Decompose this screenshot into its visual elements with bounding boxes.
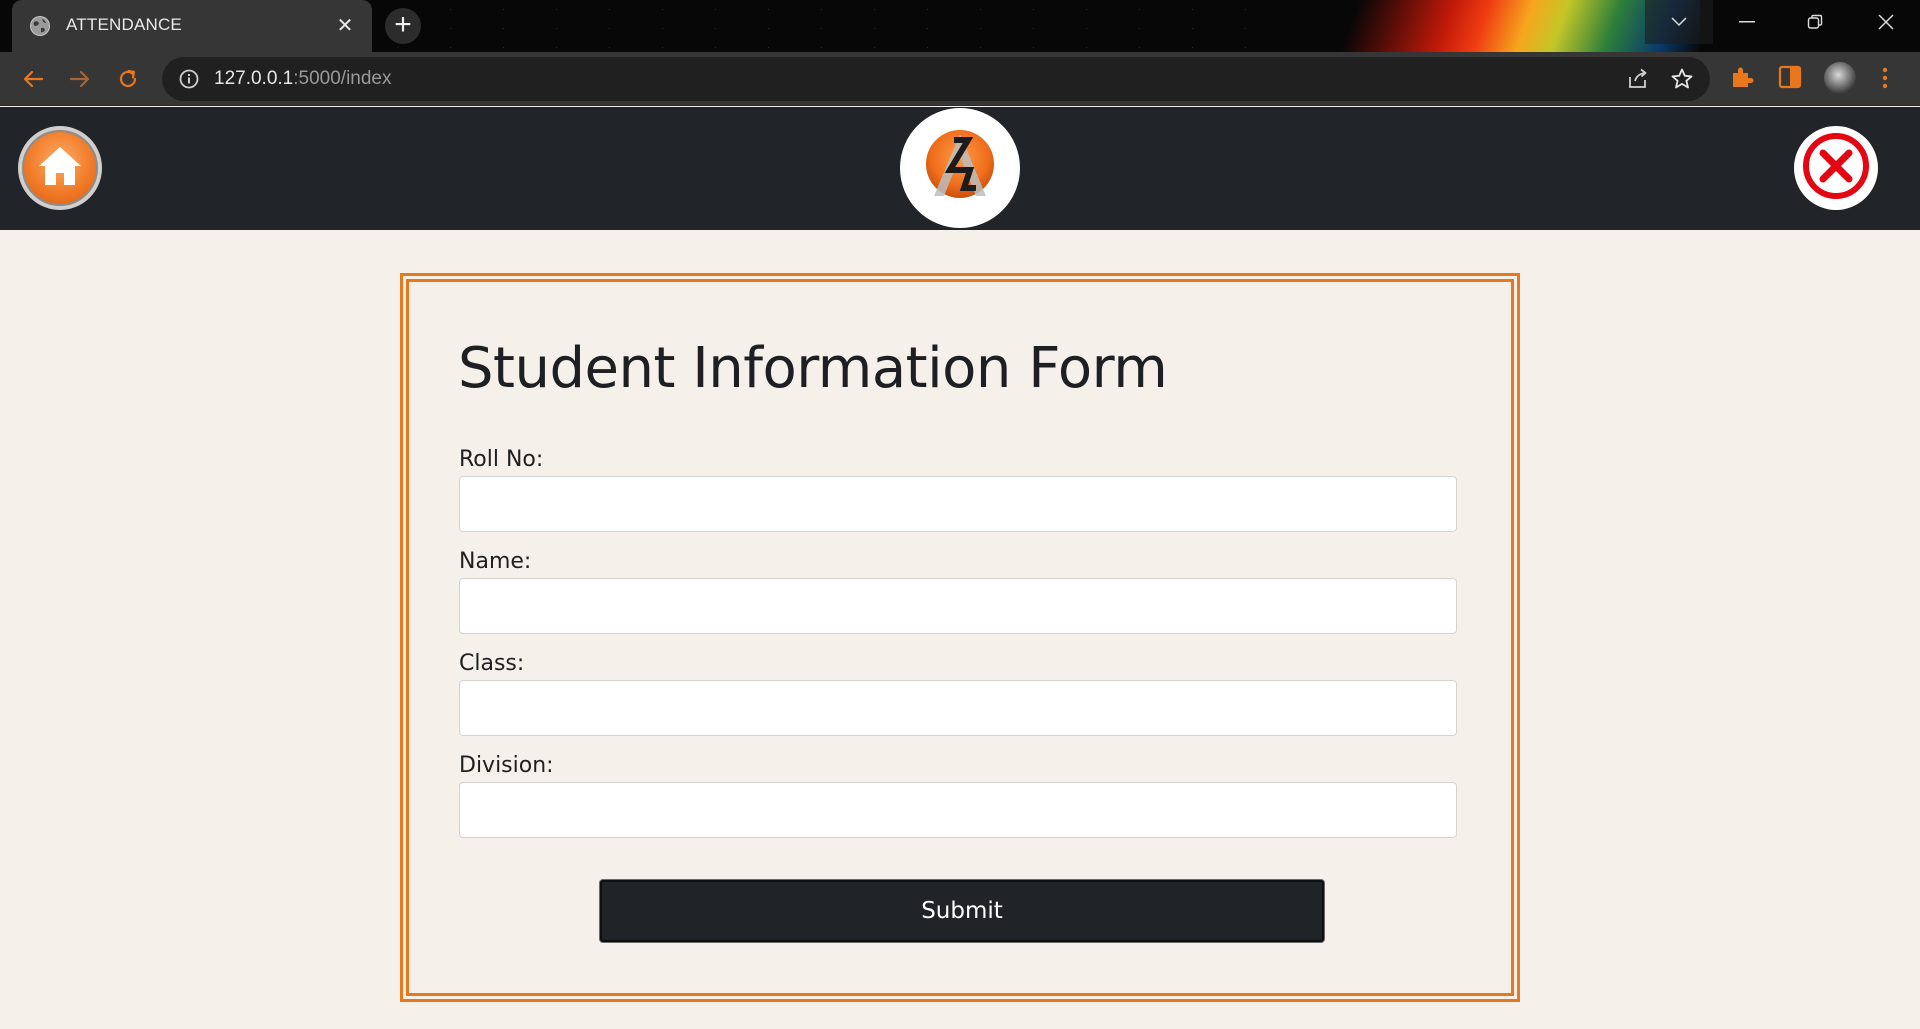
- submit-button[interactable]: Submit: [600, 880, 1324, 942]
- tab-search-chevron-icon[interactable]: [1645, 0, 1713, 44]
- close-x-icon: [1800, 130, 1872, 206]
- url-path: :5000/index: [293, 68, 392, 89]
- minimize-icon[interactable]: [1713, 0, 1781, 44]
- url-host: 127.0.0.1: [214, 68, 294, 89]
- new-tab-button[interactable]: +: [385, 8, 421, 44]
- name-label: Name:: [459, 549, 532, 574]
- share-icon[interactable]: [1626, 67, 1650, 95]
- reload-icon[interactable]: [112, 63, 144, 95]
- name-input[interactable]: [459, 578, 1457, 634]
- globe-icon: [30, 16, 50, 36]
- roll-no-label: Roll No:: [459, 447, 544, 472]
- division-input[interactable]: [459, 782, 1457, 838]
- info-icon[interactable]: [178, 68, 200, 90]
- logo-icon: [920, 126, 1000, 210]
- star-icon[interactable]: [1670, 67, 1694, 95]
- back-arrow-icon[interactable]: [17, 63, 49, 95]
- roll-no-input[interactable]: [459, 476, 1457, 532]
- browser-toolbar: 127.0.0.1:5000/index: [0, 52, 1920, 106]
- url-text[interactable]: 127.0.0.1:5000/index: [214, 68, 392, 90]
- window-close-icon[interactable]: [1852, 0, 1920, 44]
- app-header: [0, 107, 1920, 230]
- form-title: Student Information Form: [458, 336, 1168, 401]
- home-icon: [37, 144, 83, 192]
- class-input[interactable]: [459, 680, 1457, 736]
- tab-close-icon[interactable]: ✕: [334, 14, 356, 36]
- division-label: Division:: [459, 753, 554, 778]
- student-form: Student Information Form Roll No: Name: …: [403, 276, 1517, 999]
- kebab-menu-icon[interactable]: [1880, 66, 1890, 94]
- address-bar[interactable]: 127.0.0.1:5000/index: [162, 57, 1710, 101]
- browser-tab[interactable]: ATTENDANCE ✕: [12, 0, 372, 52]
- puzzle-icon[interactable]: [1729, 64, 1755, 94]
- close-button[interactable]: [1794, 126, 1878, 210]
- logo: [900, 108, 1020, 228]
- restore-icon[interactable]: [1781, 0, 1849, 44]
- profile-avatar[interactable]: [1824, 62, 1856, 94]
- class-label: Class:: [459, 651, 525, 676]
- side-panel-icon[interactable]: [1778, 64, 1802, 94]
- title-bar-artwork: [1280, 0, 1700, 52]
- forward-arrow-icon[interactable]: [64, 63, 96, 95]
- home-button[interactable]: [18, 126, 102, 210]
- browser-title-bar: ATTENDANCE ✕ +: [0, 0, 1920, 52]
- tab-title: ATTENDANCE: [66, 15, 182, 34]
